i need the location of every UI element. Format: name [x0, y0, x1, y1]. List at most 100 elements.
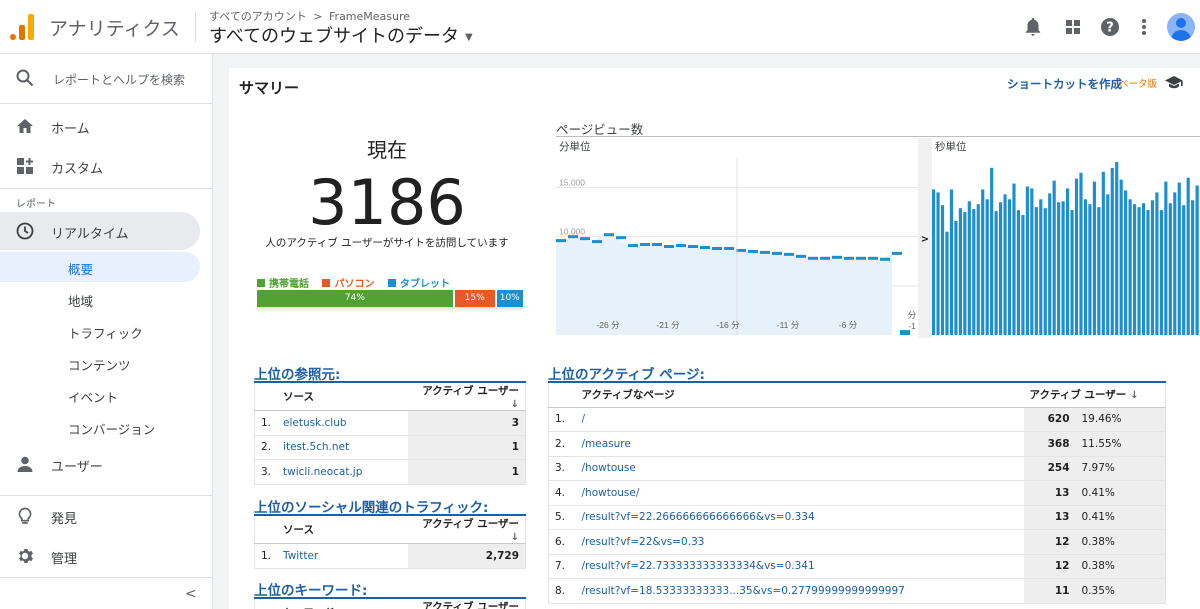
sidebar-sub-content[interactable]: コンテンツ [0, 348, 213, 378]
minute-point[interactable] [796, 254, 806, 258]
apps-grid-icon[interactable] [1062, 16, 1084, 38]
page-link[interactable]: /howtouse [575, 456, 1024, 481]
second-bar[interactable] [1133, 204, 1137, 335]
second-bar[interactable] [1016, 210, 1021, 335]
minute-point[interactable] [808, 256, 818, 260]
second-bar[interactable] [1124, 190, 1128, 335]
second-bar[interactable] [945, 231, 949, 335]
second-bar[interactable] [1146, 210, 1150, 335]
second-bar[interactable] [1066, 188, 1070, 335]
second-bar[interactable] [1097, 207, 1101, 335]
page-link[interactable]: /result?vf=22&vs=0.33 [575, 529, 1024, 555]
page-link[interactable]: /howtouse/ [575, 480, 1024, 506]
more-vert-icon[interactable] [1133, 16, 1155, 38]
second-bar[interactable] [1115, 161, 1119, 335]
minute-point[interactable] [688, 245, 698, 248]
sidebar-item-home[interactable]: ホーム [0, 107, 213, 145]
second-bar[interactable] [1088, 204, 1092, 335]
second-bar[interactable] [994, 211, 998, 335]
minute-point[interactable] [892, 251, 902, 255]
minute-point[interactable] [664, 245, 674, 248]
page-link[interactable]: /result?vf=22.733333333333334&vs=0.341 [575, 554, 1024, 579]
second-bar[interactable] [990, 167, 994, 335]
sidebar-sub-overview[interactable]: 概要 [0, 252, 200, 282]
second-bar[interactable] [1074, 178, 1079, 335]
second-bar[interactable] [1083, 199, 1088, 335]
device-segment-desktop[interactable]: 15% [454, 290, 495, 307]
second-bar[interactable] [981, 189, 985, 335]
second-bar[interactable] [985, 199, 989, 335]
sidebar-item-admin[interactable]: 管理 [0, 537, 213, 575]
page-link[interactable]: /measure [575, 431, 1024, 457]
col-active-users[interactable]: アクティブ ユーザー↓ [407, 599, 526, 609]
second-bar[interactable] [1155, 192, 1159, 335]
second-bar[interactable] [1021, 215, 1025, 335]
second-bar[interactable] [936, 192, 940, 335]
second-bar[interactable] [940, 205, 945, 335]
second-bar[interactable] [1007, 199, 1012, 335]
second-bar[interactable] [1003, 194, 1007, 335]
minute-point[interactable] [616, 236, 626, 240]
minute-point[interactable] [868, 256, 878, 260]
minute-point[interactable] [880, 257, 890, 261]
second-bar[interactable] [1164, 181, 1168, 335]
second-bar[interactable] [1177, 182, 1181, 335]
minute-point[interactable] [580, 237, 590, 241]
second-bar[interactable] [1012, 183, 1016, 335]
second-bar[interactable] [1141, 203, 1146, 335]
minute-point[interactable] [628, 244, 638, 248]
minute-point[interactable] [772, 251, 782, 255]
col-active-users[interactable]: アクティブ ユーザー↓ [407, 383, 526, 411]
sidebar-sub-conversions[interactable]: コンバージョン [0, 412, 213, 442]
source-link[interactable]: itest.5ch.net [277, 435, 408, 460]
second-bar[interactable] [1168, 203, 1172, 335]
second-bar[interactable] [1159, 210, 1163, 335]
second-bar[interactable] [954, 220, 958, 335]
page-link[interactable]: /result?vf=18.53333333333...35&vs=0.2779… [575, 578, 1024, 604]
expand-seconds-icon[interactable]: > [921, 234, 929, 245]
sidebar-item-custom[interactable]: カスタム [0, 147, 213, 185]
sidebar-sub-traffic[interactable]: トラフィック [0, 316, 213, 346]
bell-icon[interactable] [1022, 16, 1044, 38]
second-bar[interactable] [963, 212, 967, 335]
second-bar[interactable] [1101, 171, 1105, 335]
graduation-cap-icon[interactable] [1164, 74, 1184, 90]
create-shortcut-link[interactable]: ショートカットを作成 [1007, 76, 1122, 92]
second-bar[interactable] [1195, 185, 1199, 335]
second-bar[interactable] [1182, 205, 1186, 335]
second-bar[interactable] [1039, 199, 1043, 335]
page-link[interactable]: /result?vf=22.266666666666666&vs=0.334 [575, 505, 1024, 530]
second-bar[interactable] [1079, 172, 1083, 335]
minute-point[interactable] [748, 249, 758, 253]
second-bar[interactable] [1030, 188, 1034, 335]
second-bar[interactable] [949, 189, 954, 335]
second-bar[interactable] [1092, 181, 1096, 335]
second-bar[interactable] [972, 209, 976, 335]
source-link[interactable]: eletusk.club [277, 410, 408, 436]
search-reports[interactable]: レポートとヘルプを検索 [0, 54, 213, 104]
page-link[interactable]: / [575, 407, 1024, 432]
second-bar[interactable] [1191, 200, 1195, 335]
minute-point[interactable] [568, 235, 578, 239]
second-bar[interactable] [1106, 194, 1110, 335]
minute-point[interactable] [832, 255, 842, 259]
device-segment-tablet[interactable]: 10% [496, 290, 523, 307]
collapse-sidebar-button[interactable]: < [185, 586, 197, 602]
minute-point[interactable] [856, 256, 866, 260]
second-bar[interactable] [1070, 210, 1074, 335]
second-bar[interactable] [1048, 193, 1052, 335]
sidebar-sub-events[interactable]: イベント [0, 380, 213, 410]
minute-point[interactable] [844, 256, 854, 260]
sidebar-item-realtime[interactable]: リアルタイム [0, 212, 200, 250]
second-bar[interactable] [1052, 180, 1056, 335]
second-bar[interactable] [1150, 200, 1155, 335]
sidebar-item-user[interactable]: ユーザー [0, 445, 213, 483]
second-bar[interactable] [1025, 186, 1029, 335]
minute-point[interactable] [700, 245, 710, 249]
col-active-users[interactable]: アクティブ ユーザー↓ [1023, 383, 1166, 408]
sidebar-sub-locations[interactable]: 地域 [0, 284, 213, 314]
minute-point[interactable] [676, 244, 686, 248]
second-bar[interactable] [1186, 177, 1190, 335]
second-bar[interactable] [1137, 207, 1141, 335]
minute-point[interactable] [592, 240, 602, 244]
